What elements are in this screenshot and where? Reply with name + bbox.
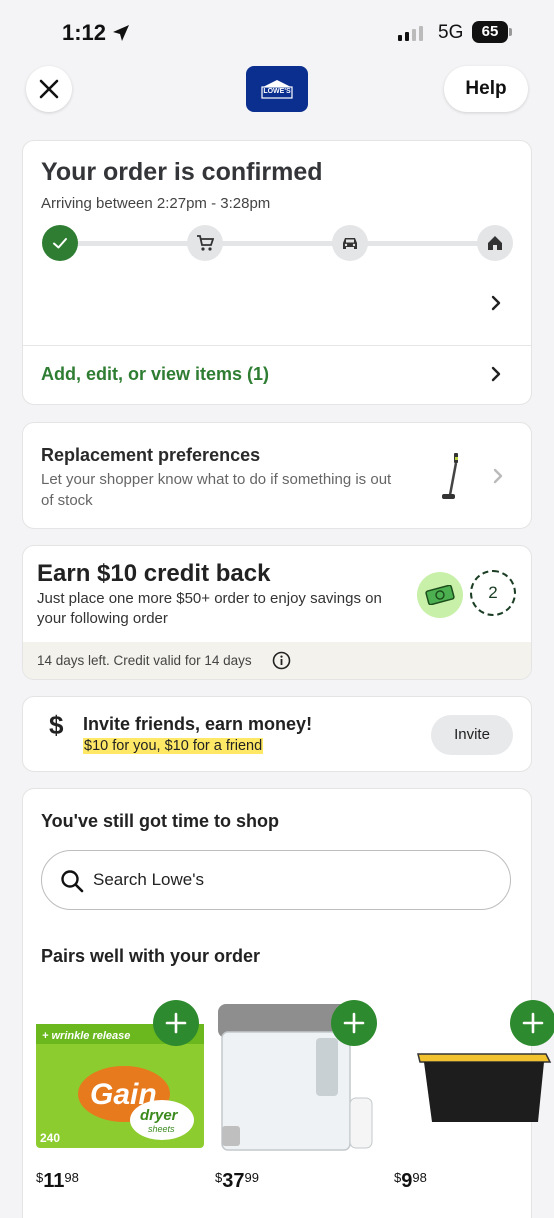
gain-product-line: dryer — [140, 1107, 179, 1124]
gain-product-line-2: sheets — [148, 1124, 175, 1134]
storage-tote-image — [417, 1053, 552, 1122]
signal-icon — [398, 26, 423, 41]
info-icon[interactable] — [272, 651, 291, 670]
invite-subtitle: $10 for you, $10 for a friend — [83, 738, 264, 754]
order-title: Your order is confirmed — [41, 158, 323, 186]
stick-vacuum-image — [442, 453, 458, 499]
add-to-cart-button[interactable] — [331, 1000, 377, 1046]
product-price: $998 — [394, 1170, 427, 1192]
chevron-right-icon[interactable] — [489, 295, 503, 311]
arrival-window: Arriving between 2:27pm - 3:28pm — [41, 195, 271, 212]
replacement-title: Replacement preferences — [41, 445, 261, 465]
logo-text: LOWE'S — [263, 88, 291, 95]
add-to-cart-button[interactable] — [510, 1000, 554, 1046]
close-icon — [39, 79, 59, 99]
help-button[interactable]: Help — [444, 66, 528, 112]
earn-footer-text: 14 days left. Credit valid for 14 days — [37, 653, 252, 668]
network-type: 5G — [438, 22, 464, 43]
replacement-preferences-card[interactable]: Replacement preferences Let your shopper… — [22, 422, 532, 529]
order-status-card: Your order is confirmed Arriving between… — [22, 140, 532, 405]
status-time: 1:12 — [62, 20, 107, 45]
add-to-cart-button[interactable] — [153, 1000, 199, 1046]
chevron-right-icon[interactable] — [489, 366, 503, 382]
gain-sheet-count: 240 — [40, 1131, 60, 1145]
divider — [23, 345, 531, 346]
replacement-description: Let your shopper know what to do if some… — [41, 471, 392, 509]
checkmark-icon — [53, 238, 67, 249]
product-price: $3799 — [215, 1170, 259, 1192]
earn-description: Just place one more $50+ order to enjoy … — [37, 590, 382, 627]
step-confirmed — [42, 225, 78, 261]
search-placeholder: Search Lowe's — [93, 870, 204, 889]
chevron-right-icon[interactable] — [491, 468, 505, 484]
search-input[interactable]: Search Lowe's — [41, 850, 511, 910]
invite-button[interactable]: Invite — [431, 715, 513, 755]
close-button[interactable] — [26, 66, 72, 112]
plus-icon — [343, 1012, 365, 1034]
plus-icon — [522, 1012, 544, 1034]
invite-friends-card: $ Invite friends, earn money! $10 for yo… — [22, 696, 532, 772]
orders-remaining-count: 2 — [470, 570, 516, 616]
progress-track — [61, 241, 497, 246]
view-items-link[interactable]: Add, edit, or view items (1) — [41, 364, 269, 385]
status-bar: 1:12 5G 65 — [0, 0, 554, 64]
earn-credit-card: Earn $10 credit back Just place one more… — [22, 545, 532, 680]
lowes-logo: LOWE'S — [246, 66, 308, 112]
cart-icon — [197, 235, 214, 251]
home-icon — [488, 236, 502, 250]
step-shopping — [187, 225, 223, 261]
shop-title: You've still got time to shop — [41, 811, 279, 831]
dollar-icon: $ — [49, 710, 64, 740]
product-price: $1198 — [36, 1170, 79, 1192]
product-storage-tote[interactable] — [416, 1046, 554, 1131]
invite-title: Invite friends, earn money! — [83, 714, 313, 734]
battery-tip — [509, 28, 512, 36]
gain-box-banner: + wrinkle release — [42, 1030, 130, 1042]
pairs-title: Pairs well with your order — [41, 946, 261, 966]
money-icon — [417, 572, 463, 618]
plus-icon — [165, 1012, 187, 1034]
car-icon — [343, 238, 357, 249]
earn-title: Earn $10 credit back — [37, 560, 271, 587]
earn-footer: 14 days left. Credit valid for 14 days — [23, 642, 531, 679]
step-delivering — [332, 225, 368, 261]
step-delivered — [477, 225, 513, 261]
search-icon — [61, 870, 84, 893]
location-arrow-icon — [113, 25, 129, 41]
battery-icon: 65 — [472, 21, 508, 43]
